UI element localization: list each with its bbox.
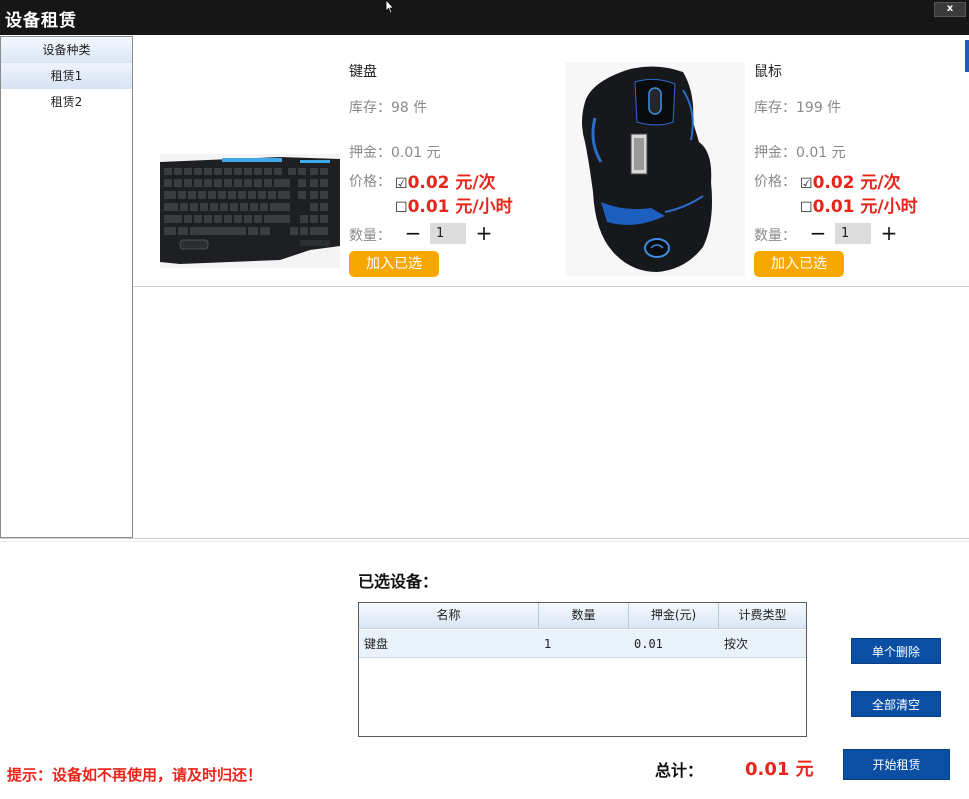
- selected-devices-title: 已选设备：: [358, 572, 439, 591]
- quantity-label: 数量：: [754, 228, 796, 244]
- price-option-per-hour[interactable]: ☐0.01 元/小时: [395, 192, 513, 217]
- quantity-minus-button[interactable]: −: [809, 223, 827, 243]
- price-option-per-hour[interactable]: ☐0.01 元/小时: [800, 192, 918, 217]
- checkbox-unchecked-icon[interactable]: ☐: [395, 200, 408, 216]
- quantity-label: 数量：: [349, 228, 391, 244]
- price-per-use-value: 0.02 元/次: [407, 173, 496, 193]
- product-stock: 库存：199 件: [754, 100, 842, 116]
- add-to-selected-button[interactable]: 加入已选: [349, 251, 439, 277]
- product-name: 键盘: [349, 64, 377, 80]
- cell-billing-type: 按次: [724, 637, 749, 651]
- price-per-use-value: 0.02 元/次: [812, 173, 901, 193]
- total-label: 总计：: [655, 761, 704, 780]
- sidebar-header-device-category[interactable]: 设备种类: [1, 37, 132, 63]
- product-card-mouse: 鼠标 库存：199 件 押金：0.01 元 价格： ☑0.02 元/次 ☐0.0…: [538, 36, 948, 287]
- sidebar-item-rent-1[interactable]: 租赁1: [1, 63, 132, 89]
- selected-devices-table: 名称 数量 押金(元) 计费类型 键盘 1 0.01 按次: [358, 602, 807, 737]
- clear-all-button[interactable]: 全部清空: [851, 691, 941, 717]
- checkbox-checked-icon[interactable]: ☑: [800, 176, 813, 192]
- price-option-per-use[interactable]: ☑0.02 元/次: [395, 168, 496, 193]
- product-name: 鼠标: [754, 64, 782, 80]
- quantity-minus-button[interactable]: −: [404, 223, 422, 243]
- table-row[interactable]: 键盘 1 0.01 按次: [359, 630, 806, 658]
- cell-deposit: 0.01: [634, 637, 663, 651]
- keyboard-image[interactable]: [160, 154, 340, 268]
- column-header-name[interactable]: 名称: [359, 603, 539, 629]
- price-per-hour-value: 0.01 元/小时: [407, 197, 513, 217]
- section-divider: [0, 538, 969, 539]
- add-to-selected-button[interactable]: 加入已选: [754, 251, 844, 277]
- product-deposit: 押金：0.01 元: [754, 145, 846, 161]
- price-option-per-use[interactable]: ☑0.02 元/次: [800, 168, 901, 193]
- product-stock: 库存：98 件: [349, 100, 428, 116]
- product-card-keyboard: 键盘 库存：98 件 押金：0.01 元 价格： ☑0.02 元/次 ☐0.01…: [133, 36, 543, 287]
- return-tip: 提示：设备如不再使用，请及时归还！: [7, 766, 263, 784]
- product-deposit: 押金：0.01 元: [349, 145, 441, 161]
- price-label: 价格：: [349, 174, 391, 190]
- table-header: 名称 数量 押金(元) 计费类型: [359, 603, 806, 629]
- window-title: 设备租赁: [5, 11, 77, 31]
- total-value: 0.01 元: [745, 759, 814, 780]
- sidebar-item-rent-2[interactable]: 租赁2: [1, 89, 132, 115]
- column-header-deposit[interactable]: 押金(元): [629, 603, 719, 629]
- cell-quantity: 1: [544, 637, 552, 651]
- cell-name: 键盘: [364, 637, 389, 651]
- quantity-plus-button[interactable]: +: [880, 223, 898, 243]
- mouse-image[interactable]: [565, 62, 745, 276]
- start-rent-button[interactable]: 开始租赁: [843, 749, 950, 780]
- quantity-plus-button[interactable]: +: [475, 223, 493, 243]
- mouse-cursor-icon: [385, 0, 395, 14]
- column-header-billing-type[interactable]: 计费类型: [719, 603, 806, 629]
- quantity-input[interactable]: [430, 223, 466, 244]
- price-per-hour-value: 0.01 元/小时: [812, 197, 918, 217]
- product-list: 键盘 库存：98 件 押金：0.01 元 价格： ☑0.02 元/次 ☐0.01…: [133, 36, 969, 287]
- checkbox-unchecked-icon[interactable]: ☐: [800, 200, 813, 216]
- scrollbar-thumb[interactable]: [965, 40, 969, 72]
- price-label: 价格：: [754, 174, 796, 190]
- category-sidebar: 设备种类 租赁1 租赁2: [0, 36, 133, 538]
- close-button[interactable]: x: [934, 2, 966, 17]
- delete-one-button[interactable]: 单个删除: [851, 638, 941, 664]
- window-titlebar: 设备租赁 x: [0, 0, 969, 35]
- column-header-quantity[interactable]: 数量: [539, 603, 629, 629]
- checkbox-checked-icon[interactable]: ☑: [395, 176, 408, 192]
- quantity-input[interactable]: [835, 223, 871, 244]
- section-divider-shadow: [0, 541, 969, 542]
